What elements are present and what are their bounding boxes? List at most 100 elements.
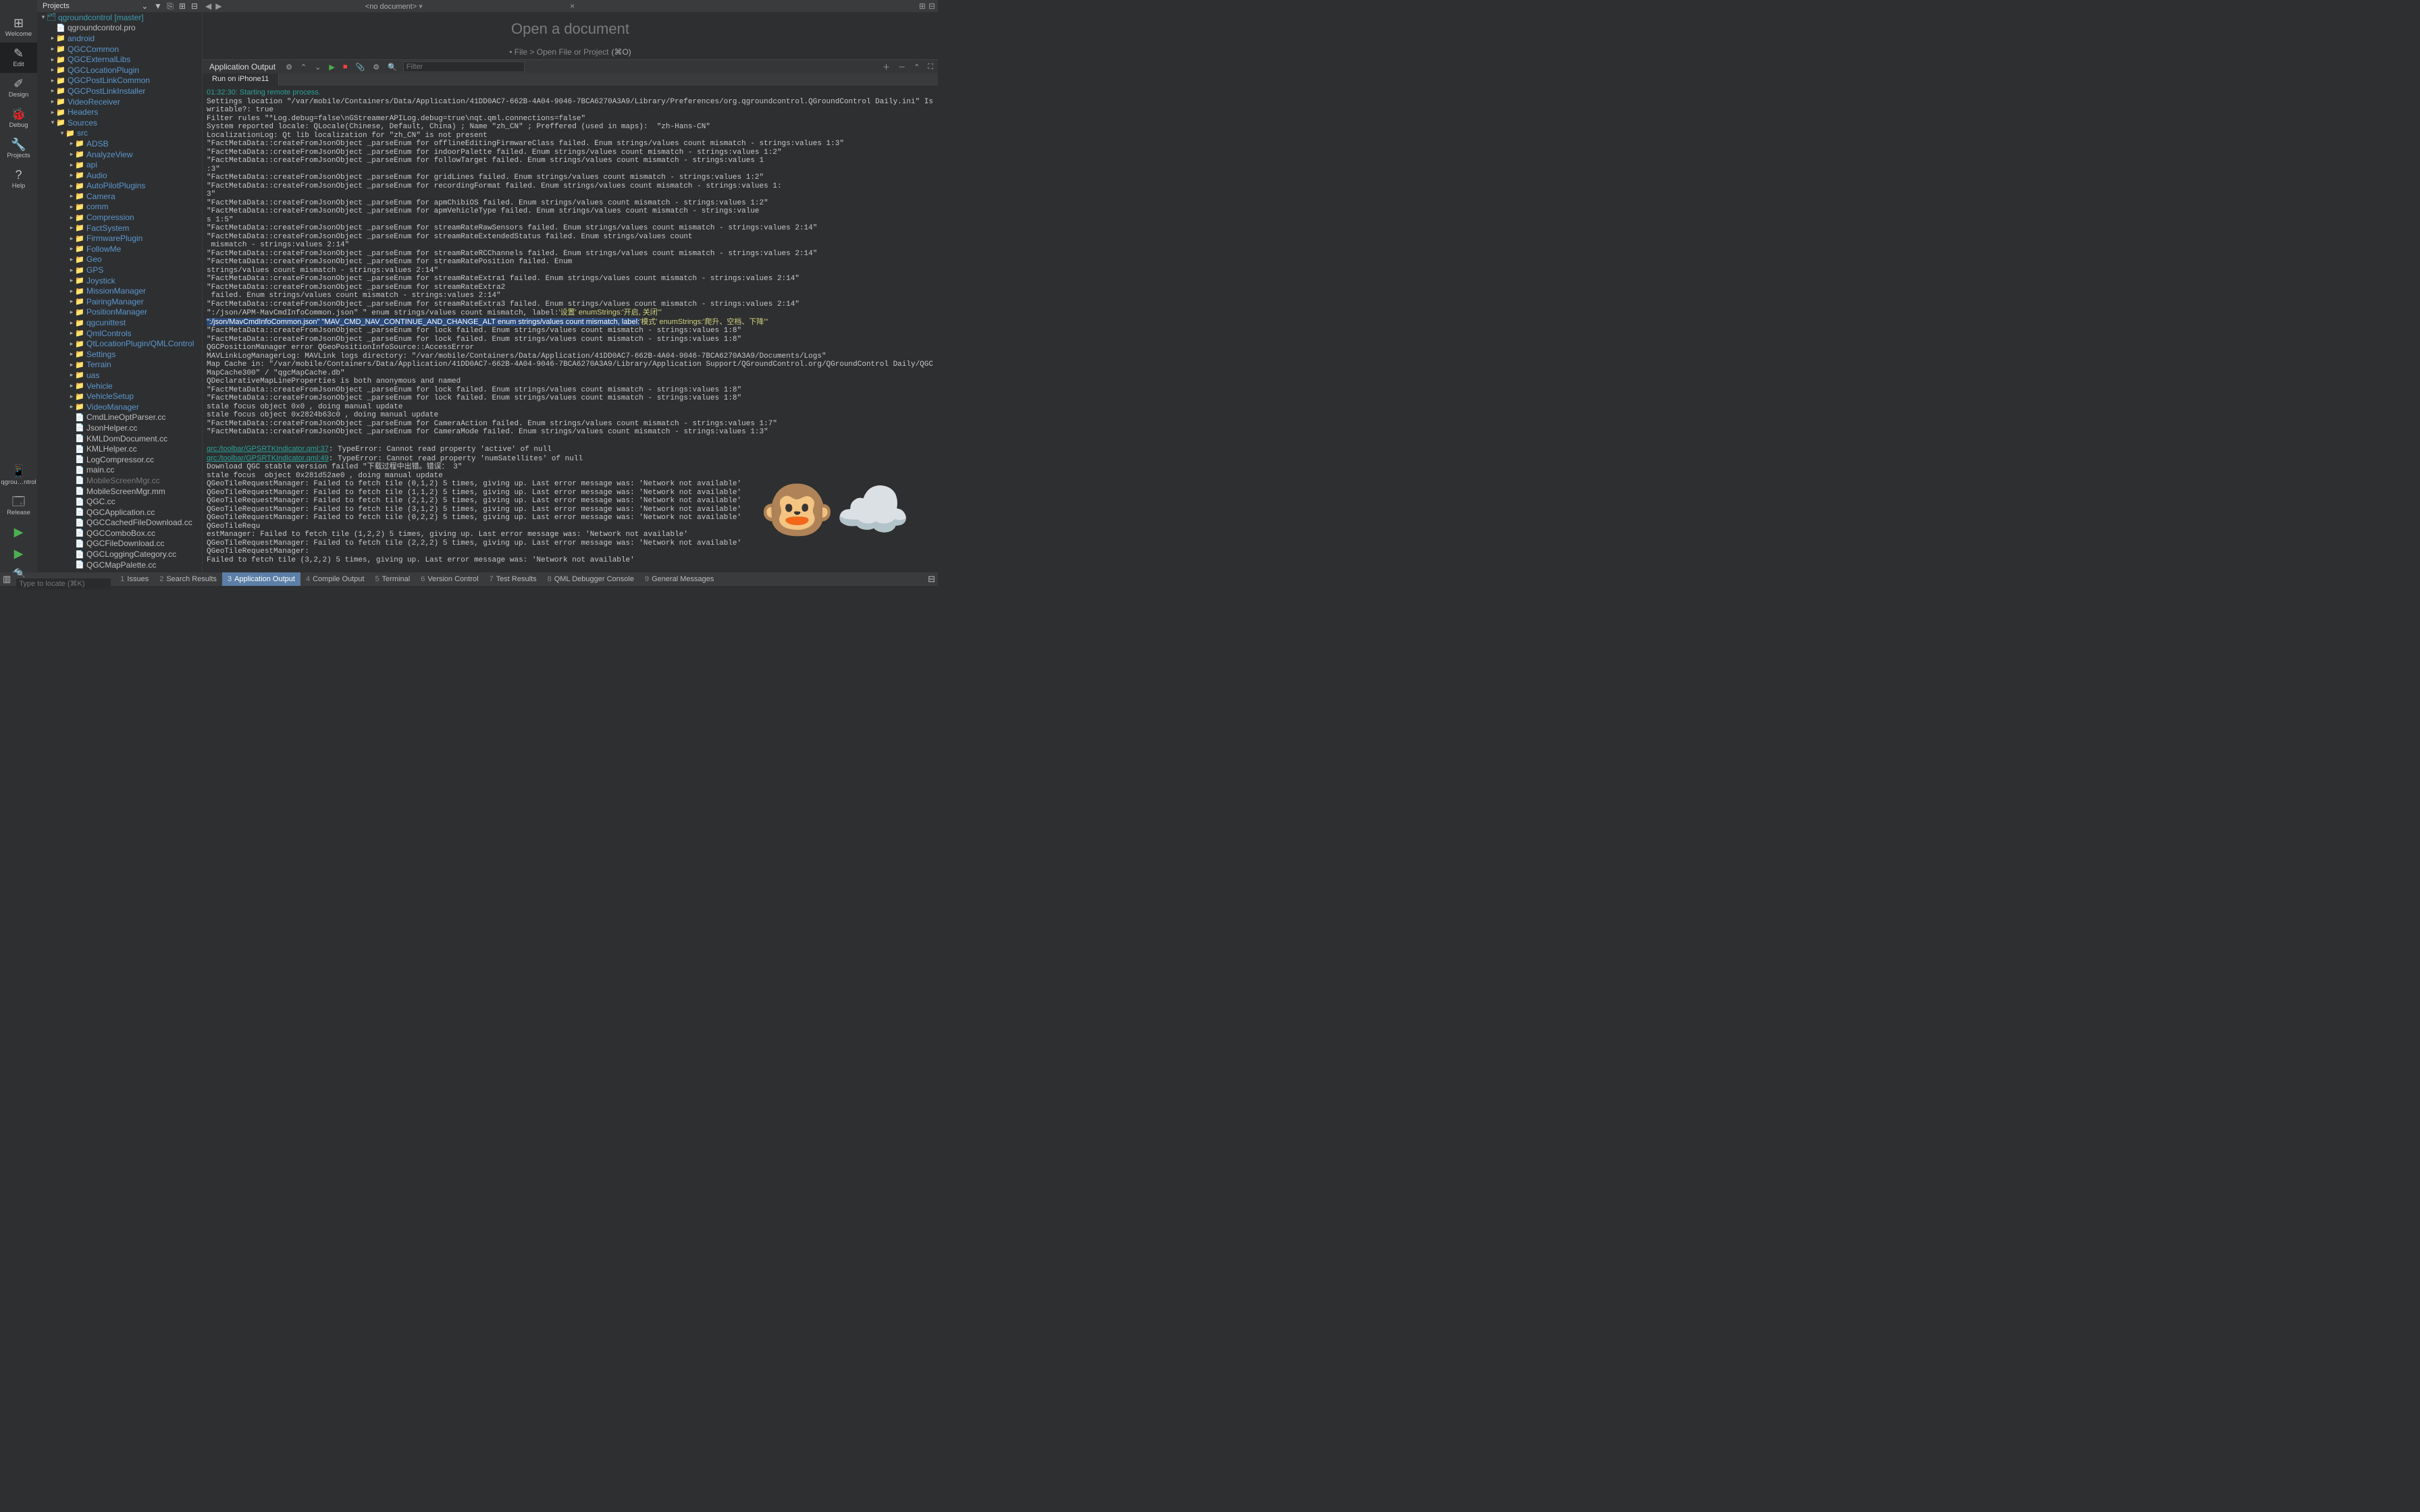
status-seg-version-control[interactable]: 6Version Control — [415, 572, 483, 586]
expand-arrow-icon[interactable]: ▸ — [68, 203, 75, 211]
tree-item[interactable]: ▸📁Joystick — [37, 275, 202, 286]
tree-item[interactable]: ▸📁QGCCommon — [37, 44, 202, 55]
expand-arrow-icon[interactable]: ▾ — [49, 119, 56, 126]
expand-arrow-icon[interactable]: ▸ — [68, 340, 75, 348]
tree-item[interactable]: ▸📁api — [37, 159, 202, 170]
locator[interactable]: 🔍 — [14, 570, 115, 589]
tree-item[interactable]: 📄QGCComboBox.cc — [37, 528, 202, 539]
close-doc-icon[interactable]: × — [570, 1, 575, 11]
tree-item[interactable]: ▸📁Vehicle — [37, 381, 202, 392]
expand-arrow-icon[interactable]: ▾ — [40, 14, 47, 21]
attach-icon[interactable]: 📎 — [354, 63, 367, 72]
expand-arrow-icon[interactable]: ▸ — [68, 329, 75, 337]
tree-item[interactable]: ▸📁Settings — [37, 349, 202, 360]
stop-icon[interactable]: ■ — [341, 63, 350, 71]
status-seg-test-results[interactable]: 7Test Results — [484, 572, 542, 586]
tree-item[interactable]: ▸📁comm — [37, 202, 202, 213]
tree-item[interactable]: ▸📁android — [37, 33, 202, 44]
expand-arrow-icon[interactable]: ▸ — [49, 66, 56, 74]
expand-arrow-icon[interactable]: ▸ — [49, 98, 56, 105]
output-filter-input[interactable] — [403, 61, 525, 72]
split-h-icon[interactable]: ⊞ — [919, 1, 926, 11]
expand-arrow-icon[interactable]: ▸ — [49, 56, 56, 63]
expand-arrow-icon[interactable]: ▸ — [68, 403, 75, 410]
tree-item[interactable]: ▸📁AutoPilotPlugins — [37, 181, 202, 192]
tree-item[interactable]: ▾🗂qgroundcontrol [master] — [37, 12, 202, 23]
output-settings-icon[interactable]: ⚙ — [284, 63, 294, 72]
tree-item[interactable]: ▸📁FirmwarePlugin — [37, 233, 202, 244]
status-seg-search-results[interactable]: 2Search Results — [154, 572, 222, 586]
tree-item[interactable]: ▸📁PairingManager — [37, 296, 202, 307]
tree-item[interactable]: ▸📁GPS — [37, 265, 202, 275]
tree-item[interactable]: 📄KMLHelper.cc — [37, 443, 202, 454]
tree-item[interactable]: ▾📁src — [37, 128, 202, 139]
status-seg-application-output[interactable]: 3Application Output — [222, 572, 300, 586]
expand-arrow-icon[interactable]: ▸ — [49, 34, 56, 42]
expand-arrow-icon[interactable]: ▸ — [68, 350, 75, 358]
sidebar-toggle-icon[interactable]: ▥ — [0, 574, 14, 585]
expand-arrow-icon[interactable]: ▸ — [68, 151, 75, 158]
tree-item[interactable]: 📄QGCLoggingCategory.cc — [37, 549, 202, 560]
output-next-icon[interactable]: ⌄ — [313, 63, 323, 72]
status-close-icon[interactable]: ⊟ — [925, 574, 938, 585]
nav-fwd-icon[interactable]: ▶ — [215, 1, 221, 11]
output-minus-icon[interactable]: － — [896, 61, 908, 72]
tree-item[interactable]: ▸📁FollowMe — [37, 244, 202, 254]
split-v-icon[interactable]: ⊟ — [928, 1, 935, 11]
tree-item[interactable]: 📄MobileScreenMgr.cc — [37, 475, 202, 486]
expand-arrow-icon[interactable]: ▸ — [68, 235, 75, 242]
tree-item[interactable]: 📄QGCApplication.cc — [37, 507, 202, 518]
expand-arrow-icon[interactable]: ▸ — [68, 319, 75, 327]
tree-item[interactable]: 📄QGC.cc — [37, 496, 202, 507]
expand-arrow-icon[interactable]: ▸ — [68, 140, 75, 147]
expand-arrow-icon[interactable]: ▾ — [59, 130, 65, 137]
status-seg-compile-output[interactable]: 4Compile Output — [300, 572, 370, 586]
tree-item[interactable]: 📄QGCFileDownload.cc — [37, 539, 202, 549]
tree-item[interactable]: ▾📁Sources — [37, 117, 202, 128]
tree-item[interactable]: ▸📁VideoReceiver — [37, 97, 202, 107]
qml-error-link[interactable]: qrc:/toolbar/GPSRTKIndicator.qml:37 — [207, 445, 329, 453]
expand-arrow-icon[interactable]: ▸ — [68, 308, 75, 316]
mode-help[interactable]: ?Help — [0, 164, 37, 194]
tree-item[interactable]: ▸📁VehicleSetup — [37, 391, 202, 402]
status-seg-qml-debugger-console[interactable]: 8QML Debugger Console — [542, 572, 639, 586]
tree-item[interactable]: ▸📁Headers — [37, 107, 202, 117]
tree-item[interactable]: ▸📁qgcunittest — [37, 317, 202, 328]
expand-arrow-icon[interactable]: ▸ — [68, 224, 75, 232]
run-icon[interactable]: ▶ — [327, 63, 336, 72]
tree-item[interactable]: ▸📁uas — [37, 370, 202, 381]
tree-item[interactable]: 📄QGCMapPalette.cc — [37, 560, 202, 570]
link-icon[interactable]: ⎘ — [165, 1, 175, 11]
console-output[interactable]: 01:32:30: Starting remote process. Setti… — [203, 86, 938, 586]
output-add-icon[interactable]: ＋ — [880, 61, 892, 72]
kit-qgrou…ntrol[interactable]: 📱qgrou…ntrol — [0, 460, 37, 491]
expand-arrow-icon[interactable]: ▸ — [68, 192, 75, 200]
expand-arrow-icon[interactable]: ▸ — [49, 87, 56, 94]
run-button[interactable]: ▶ — [0, 521, 37, 543]
status-seg-issues[interactable]: 1Issues — [115, 572, 154, 586]
tree-item[interactable]: ▸📁QmlControls — [37, 328, 202, 339]
expand-arrow-icon[interactable]: ▸ — [68, 393, 75, 400]
status-seg-general-messages[interactable]: 9General Messages — [639, 572, 719, 586]
nav-back-icon[interactable]: ◀ — [205, 1, 211, 11]
tree-item[interactable]: ▸📁ADSB — [37, 138, 202, 149]
split-close-icon[interactable]: ⊟ — [190, 1, 199, 11]
expand-arrow-icon[interactable]: ▸ — [49, 109, 56, 116]
output-gear-icon[interactable]: ⚙ — [371, 63, 382, 72]
output-prev-icon[interactable]: ⌃ — [298, 63, 309, 72]
expand-arrow-icon[interactable]: ▸ — [49, 45, 56, 53]
mode-edit[interactable]: ✎Edit — [0, 43, 37, 73]
expand-arrow-icon[interactable]: ▸ — [68, 161, 75, 169]
mode-design[interactable]: ✐Design — [0, 73, 37, 103]
tree-item[interactable]: 📄QGCCachedFileDownload.cc — [37, 518, 202, 529]
tree-item[interactable]: ▸📁VideoManager — [37, 402, 202, 412]
projects-combo[interactable]: Projects⌄ — [40, 1, 151, 11]
tree-item[interactable]: 📄CmdLineOptParser.cc — [37, 412, 202, 423]
tree-item[interactable]: ▸📁QGCLocationPlugin — [37, 65, 202, 76]
expand-arrow-icon[interactable]: ▸ — [68, 288, 75, 295]
tree-item[interactable]: ▸📁QGCPostLinkCommon — [37, 76, 202, 86]
tree-item[interactable]: ▸📁FactSystem — [37, 223, 202, 234]
expand-arrow-icon[interactable]: ▸ — [68, 382, 75, 389]
locate-input[interactable] — [16, 578, 111, 589]
tree-item[interactable]: ▸📁Terrain — [37, 360, 202, 371]
